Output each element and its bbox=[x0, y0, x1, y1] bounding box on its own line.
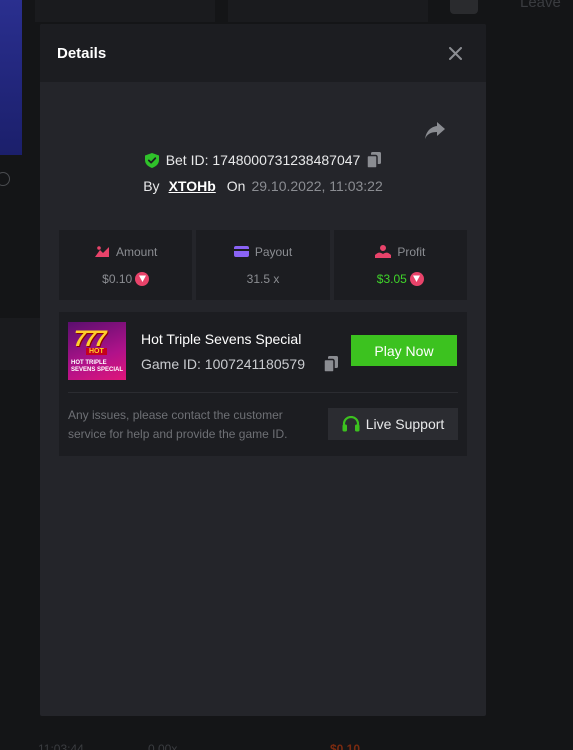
card-icon bbox=[233, 246, 249, 257]
support-text: Any issues, please contact the customer … bbox=[68, 408, 288, 441]
modal-header: Details bbox=[40, 24, 486, 82]
bet-meta-row: By XTOHb On 29.10.2022, 11:03:22 bbox=[40, 178, 486, 194]
background-card bbox=[35, 0, 215, 22]
by-label: By bbox=[143, 178, 160, 194]
play-now-button[interactable]: Play Now bbox=[351, 335, 457, 366]
stat-payout: Payout 31.5 x bbox=[196, 230, 330, 300]
close-button[interactable] bbox=[446, 44, 464, 62]
share-button[interactable] bbox=[424, 120, 448, 142]
background-banner bbox=[0, 0, 22, 155]
share-icon bbox=[425, 122, 445, 139]
background-footer-time: 11:03:44 bbox=[38, 742, 84, 750]
live-support-button[interactable]: Live Support bbox=[328, 408, 458, 440]
stat-amount: Amount $0.10 bbox=[59, 230, 193, 300]
close-icon bbox=[448, 46, 462, 60]
bet-id-prefix: Bet ID: bbox=[165, 152, 209, 168]
stat-profit: Profit $3.05 bbox=[333, 230, 467, 300]
background-leave-label: Leave bbox=[520, 0, 561, 11]
background-card bbox=[228, 0, 428, 22]
background-footer-multiplier: 0.00x bbox=[148, 742, 178, 750]
bet-stats: Amount $0.10 Payout 31.5 x Profit $3.05 bbox=[59, 230, 467, 300]
profit-icon bbox=[375, 245, 392, 258]
stat-amount-label: Amount bbox=[115, 244, 158, 259]
game-thumbnail[interactable]: 777 HOT HOT TRIPLE SEVENS SPECIAL bbox=[68, 322, 126, 380]
amount-icon bbox=[94, 245, 109, 257]
thumbnail-title-line: HOT TRIPLE bbox=[71, 360, 107, 366]
username-link[interactable]: XTOHb bbox=[169, 178, 216, 194]
copy-game-id-button[interactable] bbox=[323, 356, 338, 373]
details-modal: Details Bet ID: 1748000731238487047 By X… bbox=[40, 24, 486, 716]
game-card: 777 HOT HOT TRIPLE SEVENS SPECIAL Hot Tr… bbox=[59, 312, 467, 456]
coin-icon bbox=[409, 271, 424, 286]
stat-profit-value: $3.05 bbox=[376, 271, 407, 286]
shield-check-icon bbox=[144, 152, 159, 168]
stat-payout-value: 31.5 x bbox=[246, 271, 280, 286]
stat-payout-label: Payout bbox=[254, 244, 293, 259]
stat-profit-label: Profit bbox=[397, 244, 426, 259]
game-name: Hot Triple Sevens Special bbox=[141, 331, 302, 347]
bet-id: 1748000731238487047 bbox=[212, 152, 361, 168]
stat-amount-value: $0.10 bbox=[102, 271, 133, 286]
bet-id-row: Bet ID: 1748000731238487047 bbox=[40, 152, 486, 168]
on-label: On bbox=[226, 178, 246, 194]
copy-icon[interactable] bbox=[367, 152, 382, 168]
thumbnail-hot-label: HOT bbox=[86, 348, 107, 355]
background-avatar bbox=[450, 0, 478, 14]
coin-icon bbox=[135, 271, 150, 286]
copy-icon bbox=[323, 356, 338, 373]
bet-datetime: 29.10.2022, 11:03:22 bbox=[251, 178, 383, 194]
game-id: Game ID: 1007241180579 bbox=[141, 356, 305, 372]
thumbnail-title: HOT TRIPLE SEVENS SPECIAL bbox=[71, 360, 123, 374]
live-support-label: Live Support bbox=[365, 416, 445, 432]
background-info-icon bbox=[0, 172, 10, 186]
thumbnail-title-line: SEVENS SPECIAL bbox=[71, 367, 124, 373]
modal-title: Details bbox=[57, 44, 107, 62]
divider bbox=[68, 392, 458, 393]
headset-icon bbox=[342, 416, 360, 432]
background-row bbox=[0, 318, 40, 370]
background-footer-amount: $0.10 bbox=[330, 742, 361, 750]
